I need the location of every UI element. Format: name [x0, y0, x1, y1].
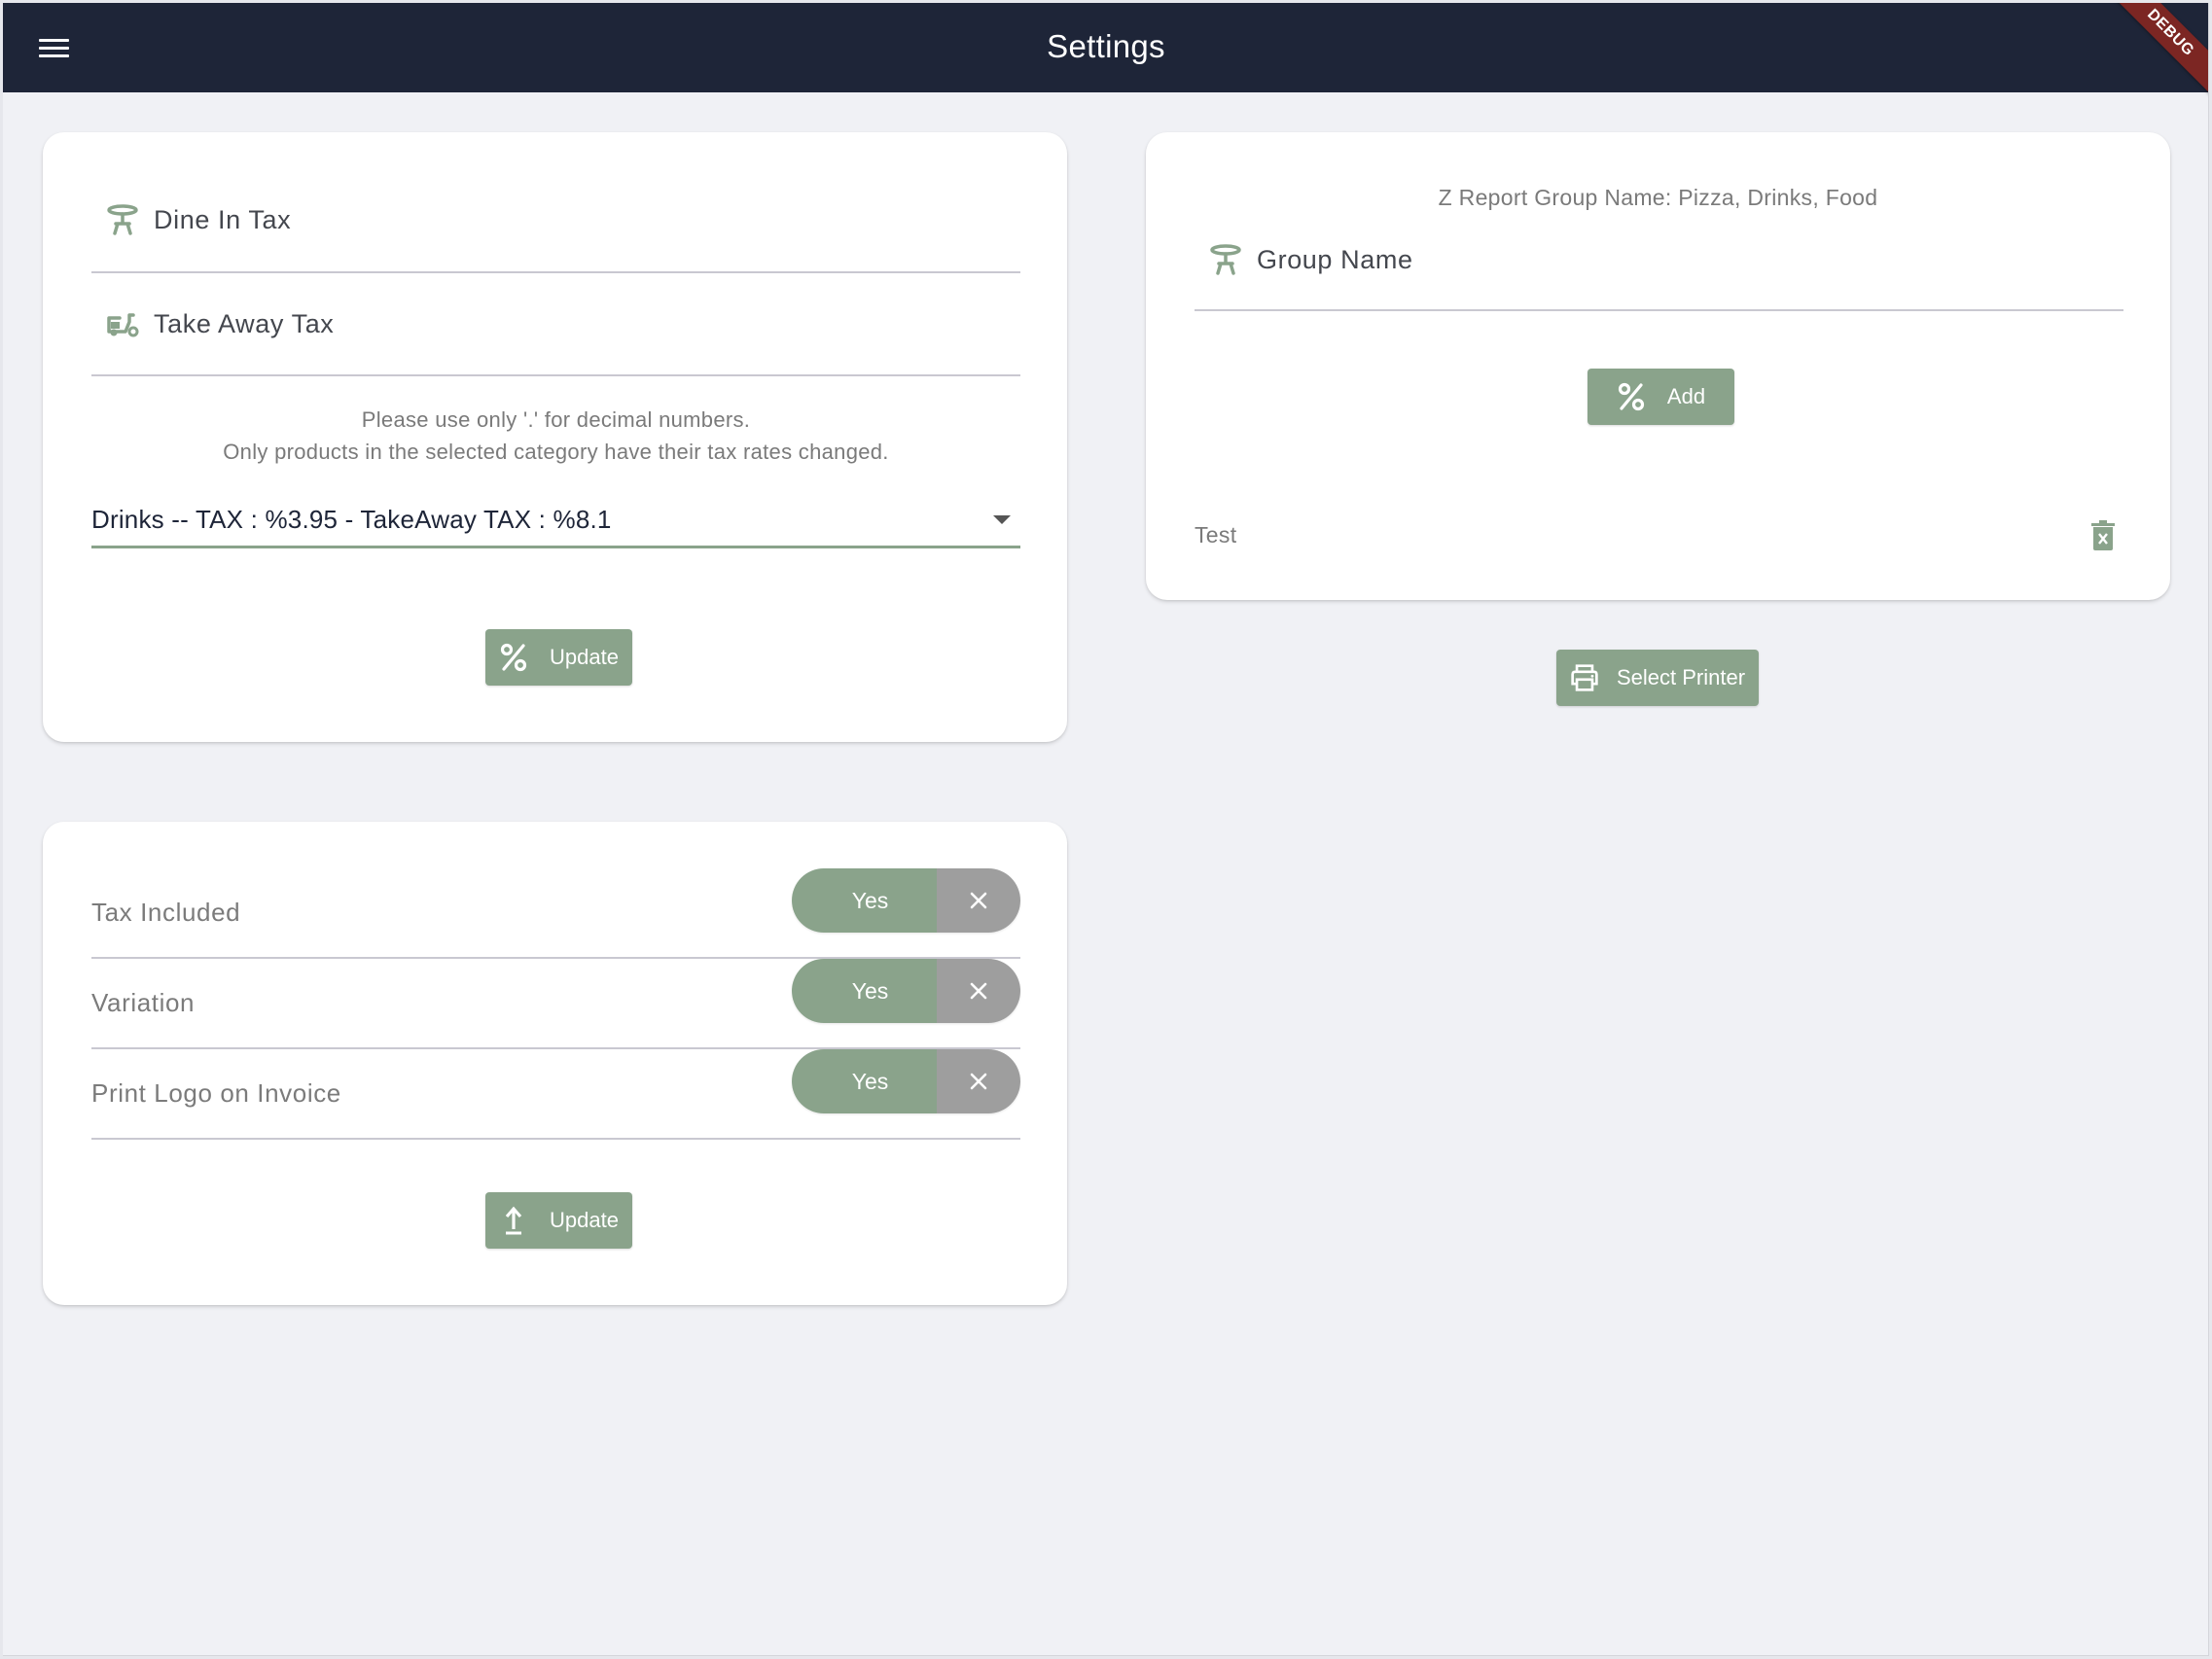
select-printer-button[interactable]: Select Printer: [1556, 650, 1759, 706]
category-hint: Only products in the selected category h…: [223, 440, 889, 464]
group-list-item: Test: [1195, 511, 2123, 559]
tax-included-row: Tax Included Yes: [91, 868, 1020, 959]
close-icon: [970, 1073, 987, 1090]
options-card: Tax Included Yes Variation Yes Print Log…: [43, 822, 1067, 1305]
close-icon: [970, 982, 987, 1000]
tax-settings-card: Dine In Tax Take Away Tax Please use onl…: [43, 132, 1067, 742]
print-logo-toggle[interactable]: Yes: [792, 1049, 1020, 1113]
percent-icon: [499, 643, 528, 672]
print-logo-row: Print Logo on Invoice Yes: [91, 1049, 1020, 1140]
update-options-button-label: Update: [550, 1208, 619, 1232]
add-group-button-label: Add: [1666, 384, 1706, 408]
print-logo-no[interactable]: [937, 1049, 1020, 1113]
add-group-button[interactable]: Add: [1588, 369, 1734, 425]
category-tax-dropdown[interactable]: Drinks -- TAX : %3.95 - TakeAway TAX : %…: [91, 494, 1020, 548]
select-printer-label: Select Printer: [1616, 665, 1746, 689]
group-name-label: Group Name: [1257, 244, 1413, 274]
tax-included-yes[interactable]: Yes: [792, 868, 937, 933]
variation-no[interactable]: [937, 959, 1020, 1023]
variation-row: Variation Yes: [91, 959, 1020, 1049]
update-tax-button-label: Update: [550, 645, 619, 669]
dine-in-tax-label: Dine In Tax: [154, 204, 292, 234]
page-title: Settings: [1047, 28, 1165, 64]
app-bar: Settings DEBUG: [3, 3, 2208, 99]
take-away-tax-label: Take Away Tax: [154, 308, 335, 338]
variation-toggle[interactable]: Yes: [792, 959, 1020, 1023]
print-logo-yes[interactable]: Yes: [792, 1049, 937, 1113]
dropdown-arrow-icon: [993, 515, 1011, 524]
take-away-tax-input[interactable]: Take Away Tax: [91, 273, 1020, 376]
tax-included-label: Tax Included: [91, 898, 241, 927]
dine-in-tax-input[interactable]: Dine In Tax: [91, 168, 1020, 273]
percent-icon: [1617, 382, 1646, 411]
tax-included-no[interactable]: [937, 868, 1020, 933]
group-item-name: Test: [1195, 521, 1237, 547]
group-name-input[interactable]: Group Name: [1195, 210, 2123, 311]
z-report-group-title: Z Report Group Name: Pizza, Drinks, Food: [1438, 185, 1878, 210]
delete-forever-icon: [2091, 520, 2115, 550]
upload-icon: [499, 1206, 528, 1235]
table-icon: [105, 202, 140, 237]
app-frame: Settings DEBUG Dine In Tax Take Away Tax…: [3, 3, 2209, 1656]
scooter-icon: [105, 306, 140, 341]
printer-icon: [1570, 663, 1599, 692]
variation-yes[interactable]: Yes: [792, 959, 937, 1023]
decimal-hint: Please use only '.' for decimal numbers.: [361, 407, 751, 432]
z-report-card: Z Report Group Name: Pizza, Drinks, Food…: [1146, 132, 2170, 600]
print-logo-label: Print Logo on Invoice: [91, 1078, 341, 1108]
table-icon: [1208, 242, 1243, 277]
variation-label: Variation: [91, 988, 196, 1017]
tax-included-toggle[interactable]: Yes: [792, 868, 1020, 933]
update-tax-button[interactable]: Update: [485, 629, 632, 686]
update-options-button[interactable]: Update: [485, 1192, 632, 1249]
delete-group-button[interactable]: [2087, 518, 2120, 553]
category-tax-selected: Drinks -- TAX : %3.95 - TakeAway TAX : %…: [91, 505, 612, 534]
close-icon: [970, 892, 987, 909]
